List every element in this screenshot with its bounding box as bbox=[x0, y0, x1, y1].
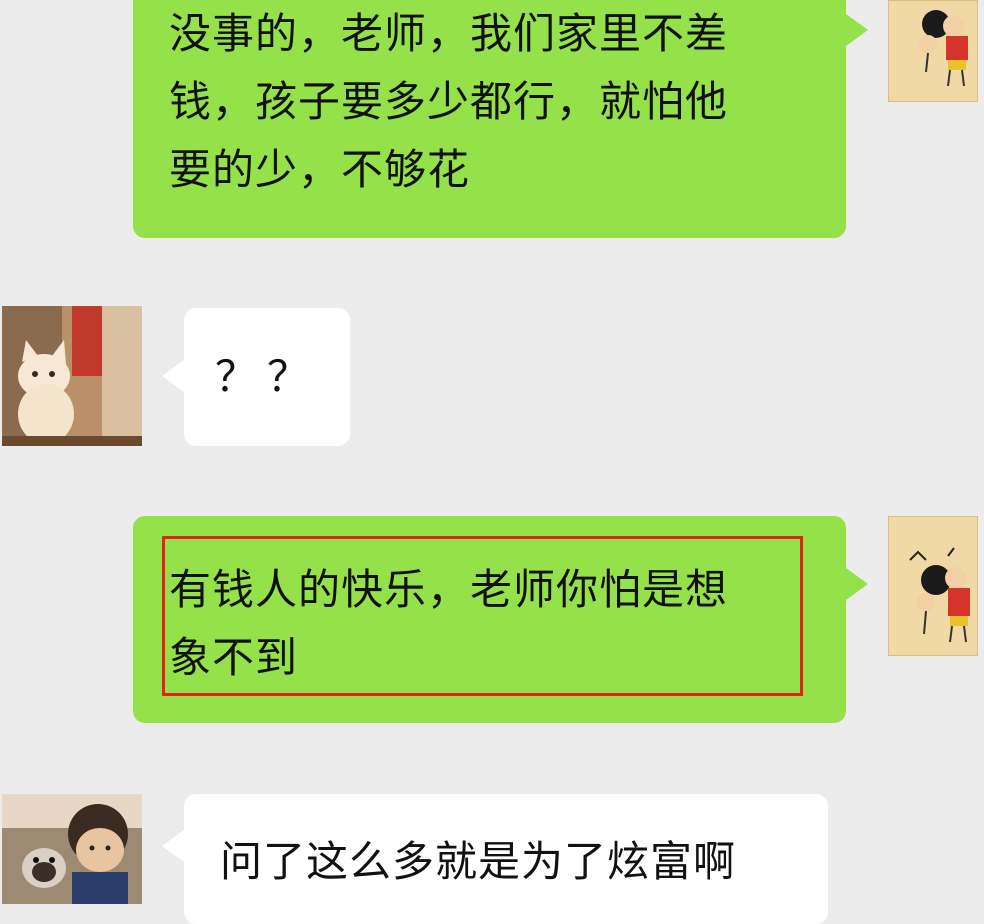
message-text: ？？ bbox=[214, 352, 319, 401]
message-bubble-self[interactable]: 没事的，老师，我们家里不差 钱，孩子要多少都行，就怕他 要的少，不够花 bbox=[133, 0, 846, 238]
message-line: 钱，孩子要多少都行，就怕他 bbox=[169, 77, 729, 126]
message-bubble-teacher[interactable]: 问了这么多就是为了炫富啊 bbox=[184, 794, 828, 924]
message-line: 有钱人的快乐，老师你怕是想 bbox=[169, 565, 729, 614]
bubble-tail bbox=[846, 14, 868, 46]
crayon-shinchan-avatar[interactable] bbox=[888, 0, 978, 102]
message-text: 问了这么多就是为了炫富啊 bbox=[220, 837, 737, 886]
message-bubble-self[interactable]: 有钱人的快乐，老师你怕是想 象不到 bbox=[133, 516, 846, 723]
white-kitten-avatar[interactable] bbox=[2, 306, 142, 446]
bubble-tail bbox=[162, 830, 184, 862]
child-with-dog-avatar[interactable] bbox=[2, 794, 142, 904]
crayon-shinchan-avatar[interactable] bbox=[888, 516, 978, 656]
message-bubble-teacher[interactable]: ？？ bbox=[184, 308, 350, 446]
message-line: 没事的，老师，我们家里不差 bbox=[169, 9, 729, 58]
chat-window: 没事的，老师，我们家里不差 钱，孩子要多少都行，就怕他 要的少，不够花 ？？ 有… bbox=[0, 0, 984, 924]
message-line: 要的少，不够花 bbox=[169, 145, 471, 194]
bubble-tail bbox=[846, 568, 868, 600]
bubble-tail bbox=[162, 360, 184, 392]
message-line: 象不到 bbox=[169, 633, 299, 682]
